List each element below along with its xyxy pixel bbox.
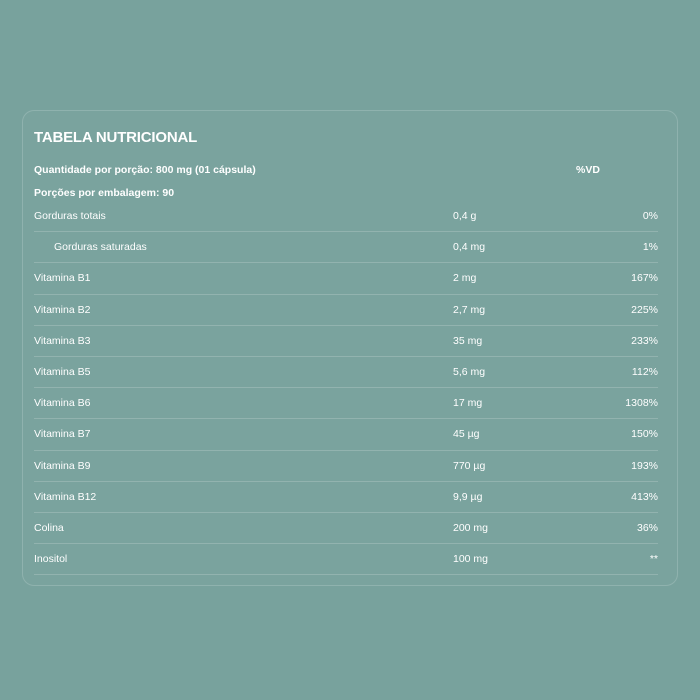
nutrient-vd: 193% (631, 459, 658, 472)
nutrient-vd: 413% (631, 490, 658, 503)
nutrient-amount: 35 mg (453, 334, 483, 347)
table-row: Vitamina B3 35 mg 233% (34, 326, 658, 357)
nutrient-amount: 5,6 mg (453, 366, 486, 379)
nutrient-amount: 9,9 µg (453, 490, 483, 503)
table-row: Vitamina B1 2 mg 167% (34, 263, 658, 295)
nutrient-vd: 167% (631, 272, 658, 285)
nutrient-name: Vitamina B6 (34, 397, 91, 410)
table-title: TABELA NUTRICIONAL (34, 129, 198, 146)
nutrient-amount: 100 mg (453, 553, 489, 566)
nutrient-amount: 45 µg (453, 428, 480, 441)
table-row: Vitamina B7 45 µg 150% (34, 419, 658, 451)
nutrient-name: Vitamina B1 (34, 272, 91, 285)
nutrient-name: Vitamina B12 (34, 490, 97, 503)
nutrient-vd: 112% (631, 366, 658, 379)
nutrient-name: Colina (34, 521, 64, 534)
table-row: Colina 200 mg 36% (34, 513, 658, 545)
nutrient-vd: 0% (642, 210, 658, 223)
servings-per-package: Porções por embalagem: 90 (34, 187, 175, 199)
nutrient-rows: Gorduras totais 0,4 g 0% Gorduras satura… (34, 201, 658, 576)
table-row: Gorduras saturadas 0,4 mg 1% (34, 232, 658, 264)
nutrient-vd: 1308% (625, 397, 658, 410)
nutrient-name: Vitamina B7 (34, 428, 91, 441)
nutrient-vd: 233% (631, 334, 658, 347)
nutrient-name: Vitamina B9 (34, 459, 91, 472)
nutrient-amount: 0,4 mg (453, 241, 486, 254)
nutrient-name: Vitamina B2 (34, 303, 91, 316)
serving-size: Quantidade por porção: 800 mg (01 cápsul… (34, 164, 256, 176)
nutrient-vd: ** (649, 553, 658, 566)
nutrient-name: Gorduras totais (34, 210, 106, 223)
nutrient-amount: 17 mg (453, 397, 483, 410)
nutrient-amount: 2,7 mg (453, 303, 486, 316)
nutrient-amount: 770 µg (453, 459, 486, 472)
nutrient-amount: 2 mg (453, 272, 477, 285)
nutrient-amount: 0,4 g (453, 210, 477, 223)
nutrition-table-card: TABELA NUTRICIONAL Quantidade por porção… (22, 110, 678, 586)
nutrient-vd: 225% (631, 303, 658, 316)
table-row: Gorduras totais 0,4 g 0% (34, 201, 658, 233)
table-row: Vitamina B2 2,7 mg 225% (34, 295, 658, 326)
table-row: Vitamina B5 5,6 mg 112% (34, 357, 658, 389)
nutrient-name: Vitamina B3 (34, 334, 91, 347)
table-row: Inositol 100 mg ** (34, 544, 658, 576)
table-row: Vitamina B6 17 mg 1308% (34, 388, 658, 420)
nutrient-name: Vitamina B5 (34, 366, 91, 379)
nutrient-vd: 36% (636, 521, 658, 534)
nutrient-vd: 150% (631, 428, 658, 441)
nutrient-name: Inositol (34, 553, 68, 566)
table-row: Vitamina B9 770 µg 193% (34, 451, 658, 482)
nutrient-amount: 200 mg (453, 521, 489, 534)
nutrient-name: Gorduras saturadas (54, 241, 147, 254)
table-row: Vitamina B12 9,9 µg 413% (34, 482, 658, 513)
nutrient-vd: 1% (642, 241, 658, 254)
vd-column-header: %VD (576, 164, 600, 176)
